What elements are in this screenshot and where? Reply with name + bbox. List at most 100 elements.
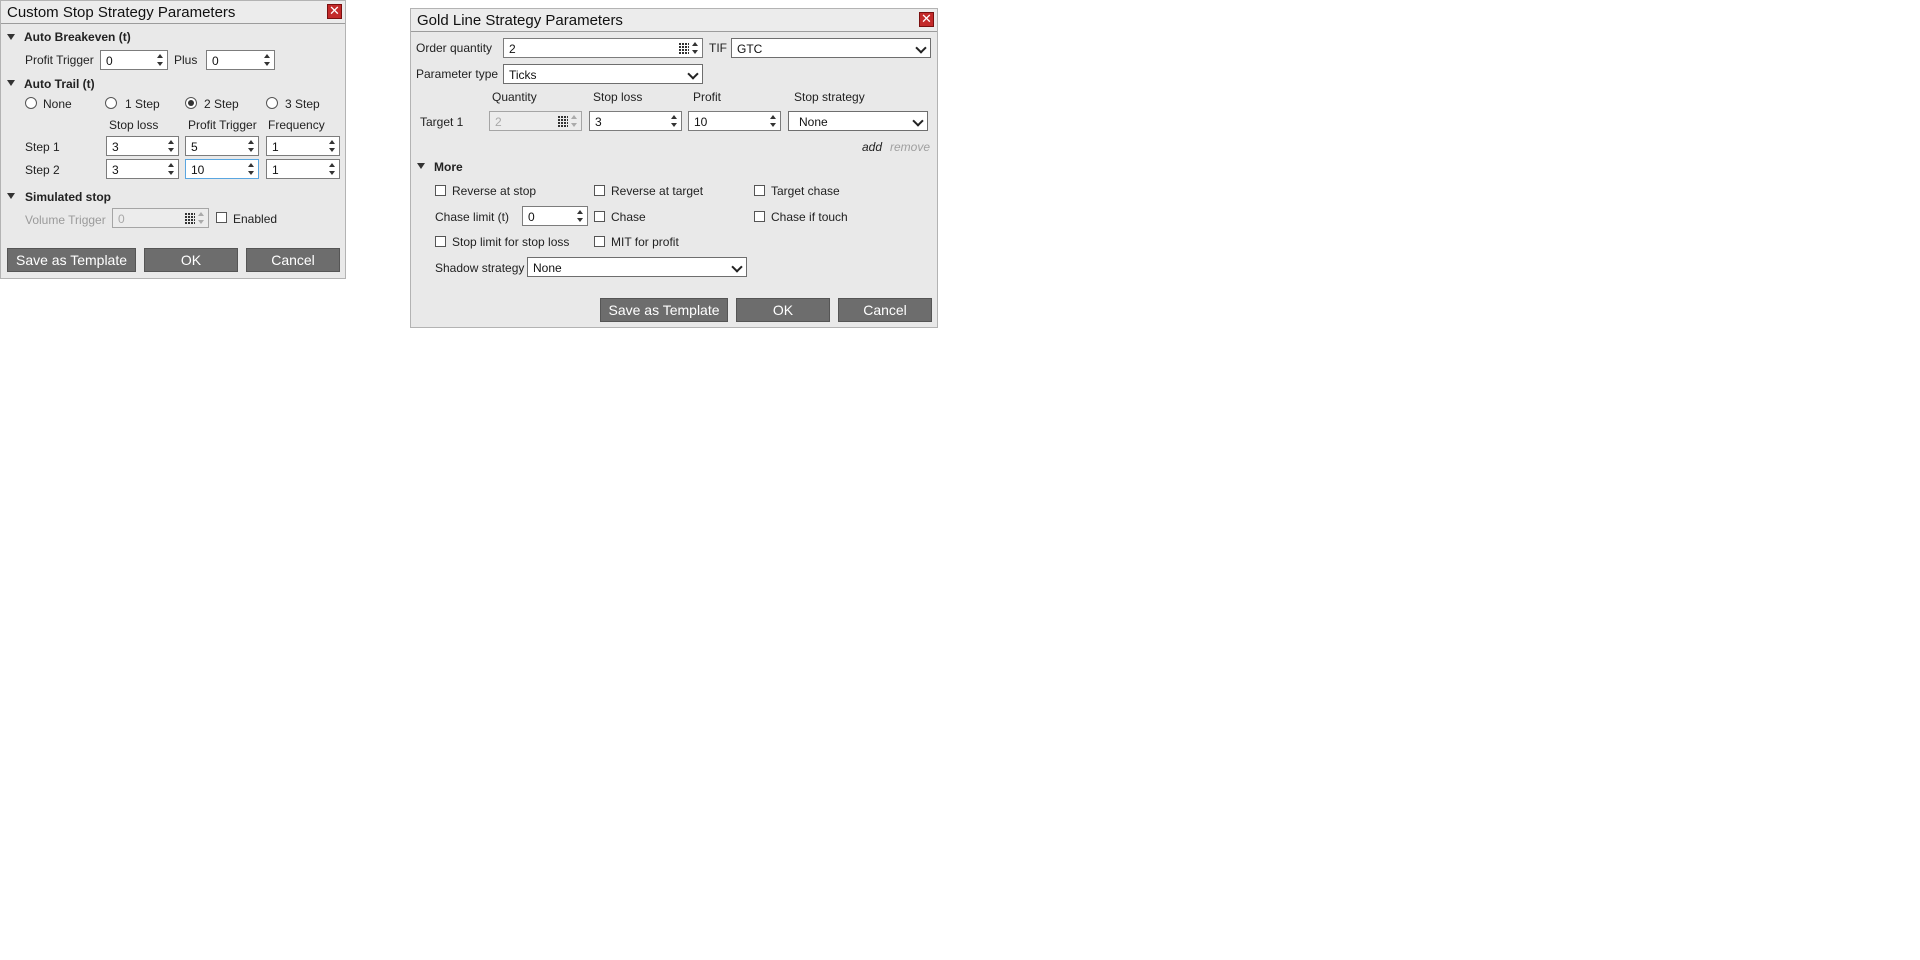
target-chase-checkbox[interactable] bbox=[754, 185, 765, 196]
step-2-stop-loss-input[interactable]: 3 bbox=[106, 159, 179, 179]
custom-stop-title-bar[interactable]: Custom Stop Strategy Parameters ✕ bbox=[1, 1, 345, 24]
checkbox-label[interactable]: Reverse at target bbox=[611, 184, 703, 198]
radio-label[interactable]: None bbox=[43, 97, 72, 111]
parameter-type-label: Parameter type bbox=[416, 67, 499, 81]
step-2-frequency-input[interactable]: 1 bbox=[266, 159, 340, 179]
checkbox-label[interactable]: Target chase bbox=[771, 184, 840, 198]
spinner-arrows-icon[interactable] bbox=[692, 41, 699, 55]
input-value: 0 bbox=[212, 54, 219, 68]
spinner-arrows-icon[interactable] bbox=[571, 114, 578, 128]
custom-stop-dialog: Custom Stop Strategy Parameters ✕ Auto B… bbox=[0, 0, 346, 279]
shadow-strategy-select[interactable]: None bbox=[527, 257, 747, 277]
cancel-button[interactable]: Cancel bbox=[838, 298, 932, 322]
enabled-label[interactable]: Enabled bbox=[233, 212, 277, 226]
checkbox-label[interactable]: Reverse at stop bbox=[452, 184, 536, 198]
collapse-triangle-icon[interactable] bbox=[417, 163, 425, 169]
spinner-arrows-icon[interactable] bbox=[168, 162, 175, 176]
shadow-strategy-label: Shadow strategy bbox=[435, 261, 525, 275]
radio-label[interactable]: 2 Step bbox=[204, 97, 239, 111]
step-2-label: Step 2 bbox=[25, 163, 60, 177]
step-2-profit-trigger-input[interactable]: 10 bbox=[185, 159, 259, 179]
input-value: 0 bbox=[106, 54, 113, 68]
chase-limit-input[interactable]: 0 bbox=[522, 206, 588, 226]
radio-label[interactable]: 3 Step bbox=[285, 97, 320, 111]
breakeven-profit-trigger-input[interactable]: 0 bbox=[100, 50, 168, 70]
select-value: None bbox=[533, 261, 562, 275]
column-header-stop-strategy: Stop strategy bbox=[794, 90, 865, 104]
spinner-arrows-icon[interactable] bbox=[577, 209, 584, 223]
input-value: 1 bbox=[272, 140, 279, 154]
chevron-down-icon bbox=[915, 42, 927, 54]
column-header-stop-loss: Stop loss bbox=[109, 118, 159, 132]
reverse-at-stop-checkbox[interactable] bbox=[435, 185, 446, 196]
radio-trail-none[interactable] bbox=[25, 97, 37, 109]
collapse-triangle-icon[interactable] bbox=[7, 80, 15, 86]
spinner-arrows-icon[interactable] bbox=[671, 114, 678, 128]
spinner-arrows-icon[interactable] bbox=[329, 162, 336, 176]
stop-limit-for-stop-loss-checkbox[interactable] bbox=[435, 236, 446, 247]
mit-for-profit-checkbox[interactable] bbox=[594, 236, 605, 247]
target-1-profit-input[interactable]: 10 bbox=[688, 111, 781, 131]
step-1-label: Step 1 bbox=[25, 140, 60, 154]
radio-label[interactable]: 1 Step bbox=[125, 97, 160, 111]
column-header-profit: Profit bbox=[693, 90, 722, 104]
checkbox-label[interactable]: Chase if touch bbox=[771, 210, 848, 224]
spinner-arrows-icon[interactable] bbox=[248, 139, 255, 153]
spinner-arrows-icon[interactable] bbox=[770, 114, 777, 128]
input-value: 2 bbox=[509, 42, 516, 56]
breakeven-plus-input[interactable]: 0 bbox=[206, 50, 275, 70]
parameter-type-select[interactable]: Ticks bbox=[503, 64, 703, 84]
add-target-link[interactable]: add bbox=[862, 140, 882, 154]
target-1-stop-loss-input[interactable]: 3 bbox=[589, 111, 682, 131]
spinner-arrows-icon[interactable] bbox=[157, 53, 164, 67]
spinner-arrows-icon[interactable] bbox=[248, 162, 255, 176]
volume-trigger-input[interactable]: 0 bbox=[112, 208, 209, 228]
section-simulated-stop[interactable]: Simulated stop bbox=[25, 190, 111, 204]
radio-trail-1-step[interactable] bbox=[105, 97, 117, 109]
target-1-quantity-input[interactable]: 2 bbox=[489, 111, 582, 131]
step-1-frequency-input[interactable]: 1 bbox=[266, 136, 340, 156]
order-quantity-input[interactable]: 2 bbox=[503, 38, 703, 58]
spinner-arrows-icon[interactable] bbox=[329, 139, 336, 153]
calculator-icon[interactable] bbox=[185, 213, 195, 224]
input-value: 0 bbox=[118, 212, 125, 226]
gold-line-dialog: Gold Line Strategy Parameters ✕ Order qu… bbox=[410, 8, 938, 328]
gold-line-title-bar[interactable]: Gold Line Strategy Parameters ✕ bbox=[411, 9, 937, 32]
collapse-triangle-icon[interactable] bbox=[7, 193, 15, 199]
cancel-button[interactable]: Cancel bbox=[246, 248, 340, 272]
checkbox-label[interactable]: Chase bbox=[611, 210, 646, 224]
save-as-template-button[interactable]: Save as Template bbox=[600, 298, 728, 322]
spinner-arrows-icon[interactable] bbox=[198, 211, 205, 225]
collapse-triangle-icon[interactable] bbox=[7, 34, 15, 40]
enabled-checkbox[interactable] bbox=[216, 212, 227, 223]
radio-trail-3-step[interactable] bbox=[266, 97, 278, 109]
spinner-arrows-icon[interactable] bbox=[264, 53, 271, 67]
chase-checkbox[interactable] bbox=[594, 211, 605, 222]
radio-trail-2-step[interactable] bbox=[185, 97, 197, 109]
spinner-arrows-icon[interactable] bbox=[168, 139, 175, 153]
section-auto-trail[interactable]: Auto Trail (t) bbox=[24, 77, 95, 91]
chase-if-touch-checkbox[interactable] bbox=[754, 211, 765, 222]
order-quantity-label: Order quantity bbox=[416, 41, 493, 55]
tif-select[interactable]: GTC bbox=[731, 38, 931, 58]
section-auto-breakeven[interactable]: Auto Breakeven (t) bbox=[24, 30, 131, 44]
save-as-template-button[interactable]: Save as Template bbox=[7, 248, 136, 272]
checkbox-label[interactable]: MIT for profit bbox=[611, 235, 679, 249]
checkbox-label[interactable]: Stop limit for stop loss bbox=[452, 235, 569, 249]
chevron-down-icon bbox=[912, 115, 924, 127]
close-icon[interactable]: ✕ bbox=[327, 4, 342, 19]
calculator-icon[interactable] bbox=[679, 43, 689, 54]
calculator-icon[interactable] bbox=[558, 116, 568, 127]
column-header-frequency: Frequency bbox=[268, 118, 325, 132]
step-1-profit-trigger-input[interactable]: 5 bbox=[185, 136, 259, 156]
input-value: 3 bbox=[112, 163, 119, 177]
ok-button[interactable]: OK bbox=[736, 298, 830, 322]
section-more[interactable]: More bbox=[434, 160, 463, 174]
close-icon[interactable]: ✕ bbox=[919, 12, 934, 27]
reverse-at-target-checkbox[interactable] bbox=[594, 185, 605, 196]
target-1-stop-strategy-select[interactable]: None bbox=[788, 111, 928, 131]
step-1-stop-loss-input[interactable]: 3 bbox=[106, 136, 179, 156]
ok-button[interactable]: OK bbox=[144, 248, 238, 272]
remove-target-link[interactable]: remove bbox=[890, 140, 930, 154]
dialog-title: Gold Line Strategy Parameters bbox=[417, 12, 623, 29]
